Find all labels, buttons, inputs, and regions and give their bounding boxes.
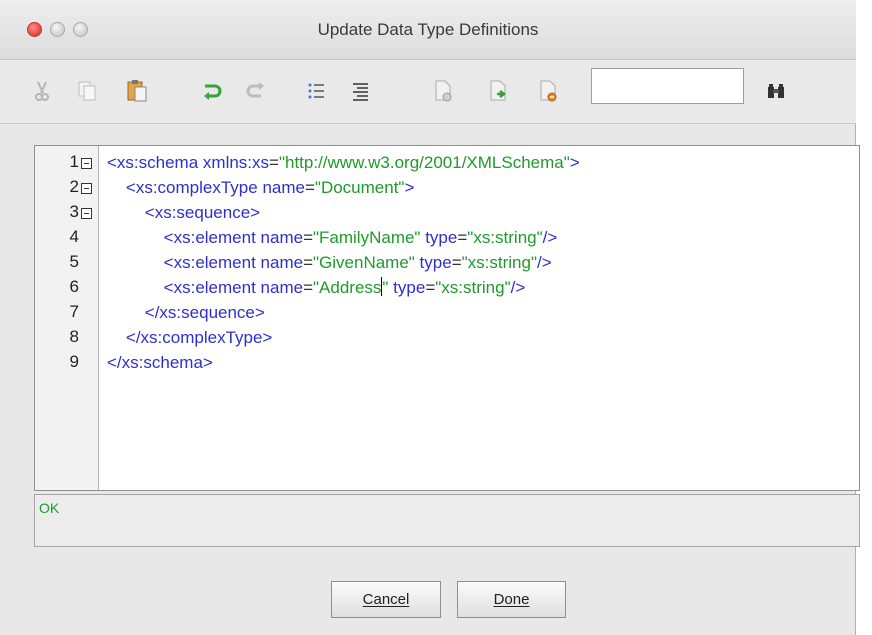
code-line[interactable]: </xs:complexType> <box>107 326 272 350</box>
code-token: > <box>404 178 415 197</box>
code-token: <xs:sequence> <box>107 203 261 222</box>
line-number: 3 <box>69 202 79 221</box>
cut-icon[interactable] <box>29 78 55 104</box>
cancel-button-label: Cancel <box>362 591 410 608</box>
code-token: name <box>260 228 304 247</box>
paste-icon[interactable] <box>124 78 150 104</box>
code-token: /> <box>510 278 526 297</box>
redo-icon[interactable] <box>243 78 269 104</box>
code-line[interactable]: <xs:complexType name="Document"> <box>107 176 415 200</box>
undo-icon[interactable] <box>199 78 225 104</box>
code-token: xmlns:xs <box>202 153 270 172</box>
line-number: 5 <box>69 252 79 271</box>
code-token: name <box>260 278 304 297</box>
code-token: = <box>304 178 315 197</box>
code-line[interactable]: <xs:element name="GivenName" type="xs:st… <box>107 251 552 275</box>
done-button-label: Done <box>493 591 530 608</box>
code-token: <xs:complexType <box>107 178 263 197</box>
code-token: </xs:complexType> <box>107 328 273 347</box>
fold-toggle-icon[interactable] <box>81 158 92 169</box>
code-token: = <box>269 153 279 172</box>
code-token: "xs:string" <box>461 253 537 272</box>
status-text: OK <box>39 500 60 516</box>
line-number: 9 <box>69 352 79 371</box>
code-token: "xs:string" <box>435 278 511 297</box>
code-line[interactable]: </xs:schema> <box>107 351 213 375</box>
code-token: "http://www.w3.org/2001/XMLSchema" <box>278 153 570 172</box>
status-panel: OK <box>34 494 860 547</box>
code-token: type <box>388 278 426 297</box>
code-token: = <box>303 278 313 297</box>
code-token: = <box>425 278 436 297</box>
line-number: 2 <box>69 177 79 196</box>
import-icon[interactable] <box>485 78 511 104</box>
window-title: Update Data Type Definitions <box>317 20 539 39</box>
code-token: /> <box>537 253 552 272</box>
code-token: = <box>451 253 462 272</box>
copy-icon[interactable] <box>74 78 100 104</box>
line-number: 4 <box>69 227 79 246</box>
code-token: <xs:element <box>107 278 261 297</box>
code-token: > <box>569 153 580 172</box>
code-line[interactable]: <xs:schema xmlns:xs="http://www.w3.org/2… <box>107 151 580 175</box>
code-token: name <box>262 178 305 197</box>
line-number: 1 <box>69 152 79 171</box>
fold-toggle-icon[interactable] <box>81 183 92 194</box>
code-token: = <box>457 228 468 247</box>
line-number: 8 <box>69 327 79 346</box>
title-bar[interactable]: Update Data Type Definitions <box>0 0 856 60</box>
line-number: 6 <box>69 277 79 296</box>
cancel-button[interactable]: Cancel <box>331 581 441 618</box>
code-line[interactable]: </xs:sequence> <box>107 301 265 325</box>
code-token: "GivenName" <box>313 253 415 272</box>
code-token: "FamilyName" <box>313 228 421 247</box>
new-doc-icon[interactable] <box>430 78 456 104</box>
fold-toggle-icon[interactable] <box>81 208 92 219</box>
code-token: "xs:string" <box>467 228 543 247</box>
delete-doc-icon[interactable] <box>535 78 561 104</box>
code-token: <xs:element <box>107 228 261 247</box>
code-token: = <box>303 253 313 272</box>
code-token: </xs:sequence> <box>107 303 265 322</box>
code-line[interactable]: <xs:sequence> <box>107 201 260 225</box>
binoculars-icon[interactable] <box>763 78 789 104</box>
line-number: 7 <box>69 302 79 321</box>
code-token: = <box>303 228 313 247</box>
xml-editor[interactable]: 123456789 <xs:schema xmlns:xs="http://ww… <box>34 145 860 491</box>
done-button[interactable]: Done <box>457 581 566 618</box>
line-number-gutter: 1 2 3 4 5 6 7 8 9 <box>35 146 99 490</box>
code-token: </xs:schema> <box>107 353 213 372</box>
search-input[interactable] <box>591 68 744 104</box>
code-line[interactable]: <xs:element name="FamilyName" type="xs:s… <box>107 226 558 250</box>
code-token: "Address <box>313 278 382 297</box>
code-line[interactable]: <xs:element name="Address" type="xs:stri… <box>107 276 525 300</box>
code-token: <xs:schema <box>107 153 203 172</box>
code-token: name <box>260 253 304 272</box>
list-icon[interactable] <box>303 78 329 104</box>
code-token: "Document" <box>314 178 405 197</box>
code-token: <xs:element <box>107 253 261 272</box>
dialog-window: Update Data Type Definitions 1 2 3 4 5 6… <box>0 0 860 635</box>
code-token: /> <box>542 228 558 247</box>
code-token: type <box>420 228 458 247</box>
code-token: type <box>414 253 452 272</box>
align-icon[interactable] <box>347 78 373 104</box>
